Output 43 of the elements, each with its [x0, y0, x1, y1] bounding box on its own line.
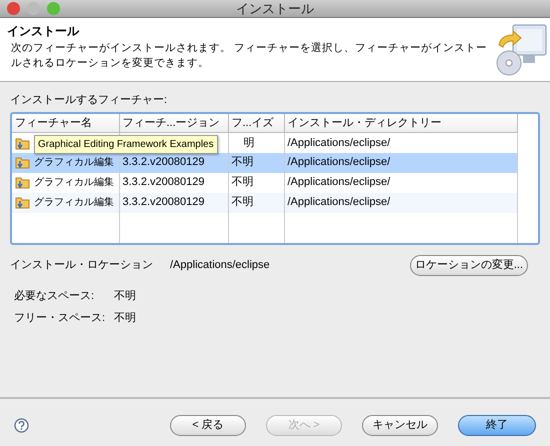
window-control-icon[interactable] [47, 2, 60, 15]
table-cell-text: 明 [242, 136, 254, 148]
column-header[interactable]: インストール・ディレクトリー [284, 114, 517, 132]
dialog-button[interactable]: < 戻る [170, 414, 246, 436]
column-header[interactable]: フィーチ...ージョン [119, 114, 228, 132]
feature-icon [15, 175, 30, 190]
table-cell: 不明 [232, 196, 254, 208]
tooltip: Graphical Editing Framework Examples [34, 134, 218, 154]
dialog-button[interactable]: キャンセル [362, 414, 438, 436]
space-label: フリー・スペース: [14, 311, 106, 326]
table-row[interactable]: グラフィカル編集 3.3.2.v20080129 不明 /Applications/eclipse/ [12, 152, 517, 172]
table-cell: グラフィカル編集 [34, 177, 114, 188]
table-cell: 3.3.2.v20080129 [122, 176, 204, 188]
column-header[interactable]: フ...イズ [228, 114, 284, 132]
space-label: 必要なスペース: [14, 288, 96, 304]
dialog-button[interactable]: 終了 [458, 414, 536, 436]
location-value: /Applications/eclipse [170, 258, 271, 273]
window-control-icon[interactable] [7, 2, 20, 15]
table-cell: /Applications/eclipse/ [288, 156, 390, 168]
space-value: 不明 [114, 288, 136, 304]
change-location-button[interactable]: ロケーションの変更... [410, 254, 528, 276]
table-cell: 3.3.2.v20080129 [122, 156, 204, 168]
header-description: 次のフィーチャーがインストールされます。 フィーチャーを選択し、フィーチャーがインストールされるロケーションを変更できます。 [11, 41, 488, 72]
section-label: インストールするフィーチャー: [9, 93, 168, 108]
window-control-icon[interactable] [27, 2, 40, 15]
column-header[interactable]: フィーチャー名 [12, 114, 119, 132]
window-title: インストール [236, 1, 314, 17]
feature-icon [15, 136, 30, 150]
table-cell: グラフィカル編集 [34, 197, 114, 208]
table-cell: 不明 [232, 176, 254, 188]
table-cell: /Applications/eclipse/ [288, 176, 390, 188]
space-value: 不明 [114, 311, 136, 326]
header-title: インストール [7, 24, 80, 38]
table-cell: 3.3.2.v20080129 [122, 196, 204, 208]
feature-icon [15, 195, 30, 210]
table-cell: /Applications/eclipse/ [288, 136, 390, 148]
location-label: インストール・ロケーション [10, 258, 154, 273]
table-row[interactable]: グラフィカル編集 3.3.2.v20080129 不明 /Applications/eclipse/ [12, 192, 517, 212]
table-cell: /Applications/eclipse/ [288, 196, 390, 208]
table-cell: 不明 [232, 156, 254, 168]
feature-icon [15, 155, 30, 170]
help-icon[interactable] [14, 418, 29, 432]
table-cell: グラフィカル編集 [34, 157, 114, 168]
